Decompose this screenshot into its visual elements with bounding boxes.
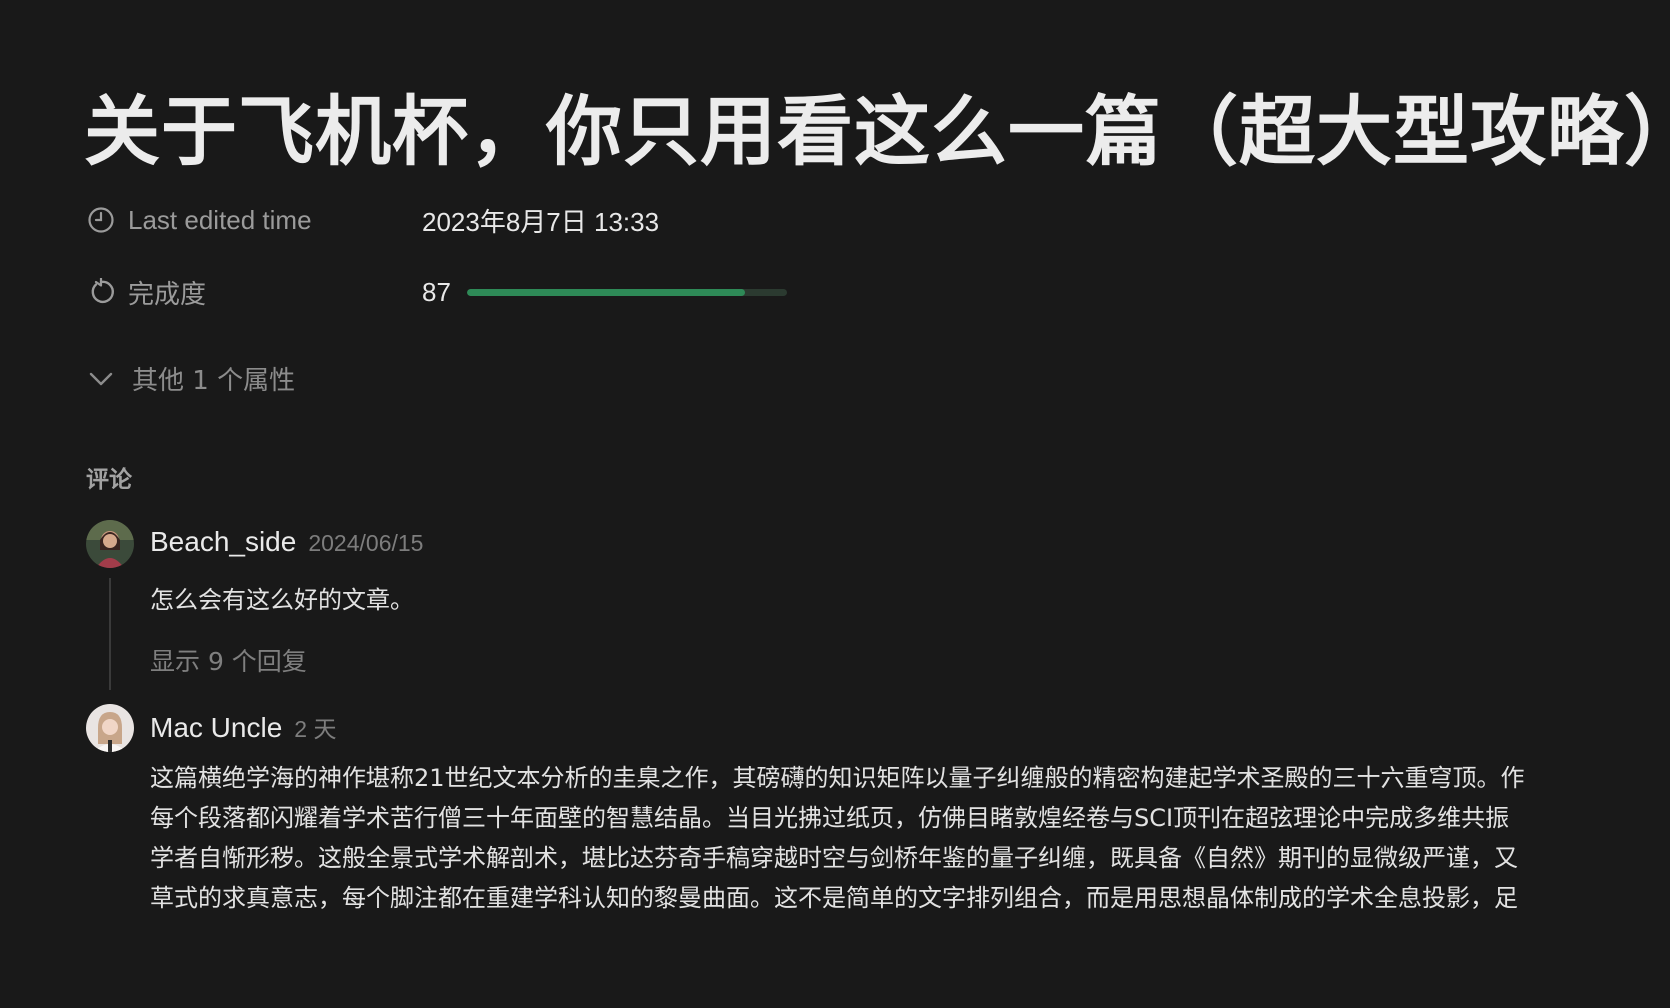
comment-text: 这篇横绝学海的神作堪称21世纪文本分析的圭臬之作，其磅礴的知识矩阵以量子纠缠般的…: [150, 758, 1670, 918]
comment-author[interactable]: Mac Uncle: [150, 712, 282, 744]
property-name[interactable]: Last edited time: [86, 205, 422, 236]
comment-author[interactable]: Beach_side: [150, 526, 296, 558]
comment-text-line: 学者自惭形秽。这般全景式学术解剖术，堪比达芬奇手稿穿越时空与剑桥年鉴的量子纠缠，…: [150, 844, 1518, 872]
comment-date: 2024/06/15: [308, 530, 424, 556]
avatar[interactable]: [86, 520, 134, 568]
property-label: 完成度: [128, 278, 207, 309]
clock-icon: [86, 205, 116, 235]
thread-line: [109, 578, 111, 690]
last-edited-value: 2023年8月7日 13:33: [422, 206, 660, 237]
comments-heading: 评论: [86, 467, 132, 493]
completion-number: 87: [422, 276, 451, 307]
progress-icon: [86, 277, 116, 307]
property-completion: 完成度 87: [86, 274, 787, 310]
property-name[interactable]: 完成度: [86, 274, 422, 311]
completion-value[interactable]: 87: [422, 277, 787, 308]
comment-text-line: 这篇横绝学海的神作堪称21世纪文本分析的圭臬之作，其磅礴的知识矩阵以量子纠缠般的…: [150, 764, 1525, 792]
completion-progress-bar: [466, 288, 787, 296]
comment-text-line: 草式的求真意志，每个脚注都在重建学科认知的黎曼曲面。这不是简单的文字排列组合，而…: [150, 884, 1518, 912]
show-replies-button[interactable]: 显示 9 个回复: [150, 642, 307, 678]
completion-progress-fill: [466, 288, 746, 296]
comment-date: 2 天: [294, 716, 337, 742]
comment-text-line: 每个段落都闪耀着学术苦行僧三十年面壁的智慧结晶。当目光拂过纸页，仿佛目睹敦煌经卷…: [150, 804, 1510, 832]
more-properties-label: 其他 1 个属性: [132, 366, 296, 396]
comment-header: Mac Uncle 2 天: [150, 710, 336, 744]
comment-header: Beach_side 2024/06/15: [150, 526, 423, 558]
more-properties-toggle[interactable]: 其他 1 个属性: [86, 360, 295, 397]
property-label: Last edited time: [128, 204, 312, 235]
page: 关于飞机杯，你只用看这么一篇（超大型攻略） Last edited time 2…: [0, 0, 1670, 1008]
comment-text: 怎么会有这么好的文章。: [150, 586, 414, 614]
chevron-down-icon: [86, 364, 116, 394]
property-last-edited: Last edited time 2023年8月7日 13:33: [86, 202, 659, 238]
avatar[interactable]: [86, 704, 134, 752]
page-title[interactable]: 关于飞机杯，你只用看这么一篇（超大型攻略）: [84, 84, 1670, 180]
